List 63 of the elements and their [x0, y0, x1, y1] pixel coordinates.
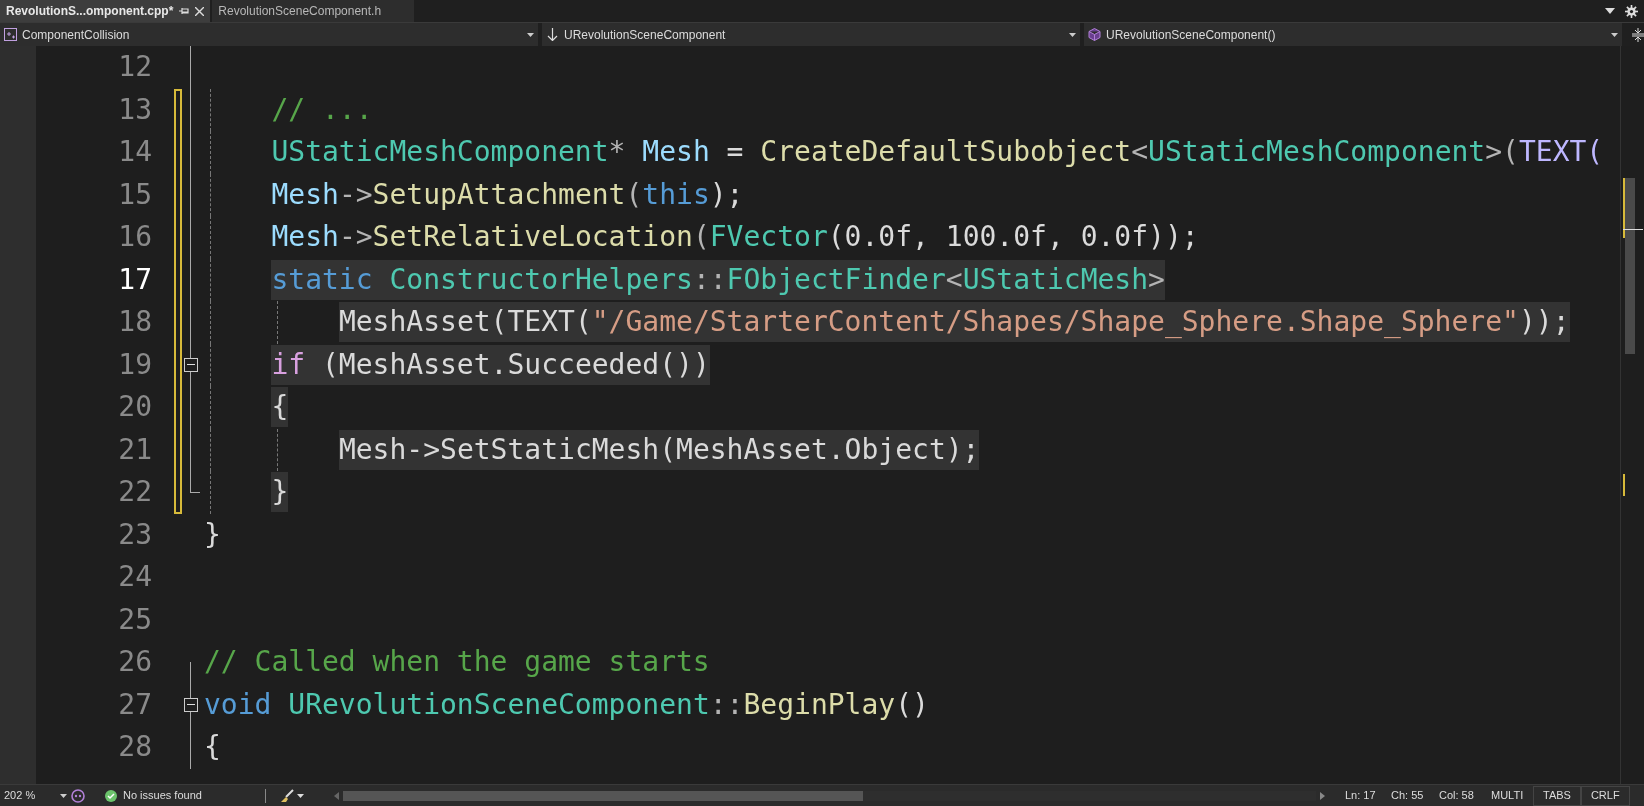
line-ending[interactable]: CRLF	[1580, 785, 1630, 806]
line-number: 16	[117, 219, 152, 256]
code-line: UStaticMeshComponent* Mesh = CreateDefaultSubobject<UStaticMeshComponent>(TEXT(	[271, 134, 1604, 171]
char-position[interactable]: Ch: 55	[1391, 787, 1439, 804]
brush-icon[interactable]	[280, 788, 294, 803]
code-line: void URevolutionSceneComponent::BeginPlay()	[204, 686, 929, 723]
settings-icon[interactable]	[1625, 4, 1638, 18]
scroll-left-icon[interactable]	[334, 791, 339, 800]
code-line: // ...	[271, 91, 373, 128]
code-line: {	[204, 729, 221, 766]
line-number: 27	[117, 686, 152, 723]
navigation-dropdown[interactable]: URevolutionSceneComponent	[542, 23, 1080, 46]
line-number: 26	[117, 644, 152, 681]
project-icon	[4, 28, 17, 41]
file-tab[interactable]: RevolutionS...omponent.cpp*	[0, 0, 211, 22]
line-number: 20	[117, 389, 152, 426]
vertical-scrollbar[interactable]	[1620, 46, 1644, 784]
line-number: 22	[117, 474, 152, 511]
line-number: 18	[117, 304, 152, 341]
line-number: 15	[117, 176, 152, 213]
line-number: 25	[117, 601, 152, 638]
code-line: // Called when the game starts	[204, 644, 710, 681]
navigation-dropdown[interactable]: ComponentCollision	[0, 23, 538, 46]
collapse-toggle[interactable]	[184, 357, 198, 372]
column-position[interactable]: Col: 58	[1439, 787, 1491, 804]
code-line: }	[204, 516, 221, 553]
collapse-toggle[interactable]	[184, 697, 198, 712]
tab-label: RevolutionSceneComponent.h	[218, 3, 382, 20]
down-arrow-icon	[546, 28, 559, 41]
indent-mode[interactable]: TABS	[1533, 785, 1581, 806]
zoom-caret-icon[interactable]	[60, 793, 67, 798]
line-position[interactable]: Ln: 17	[1345, 787, 1391, 804]
dropdown-label: URevolutionSceneComponent	[564, 26, 727, 44]
pin-icon[interactable]	[179, 7, 190, 15]
line-number: 19	[117, 346, 152, 383]
dropdown-label: URevolutionSceneComponent()	[1106, 26, 1277, 44]
line-number: 13	[117, 91, 152, 128]
line-number: 28	[117, 729, 152, 766]
line-number: 24	[117, 559, 152, 596]
caret-icon	[1069, 32, 1076, 37]
line-number: 17	[117, 261, 152, 298]
navigation-dropdown[interactable]: URevolutionSceneComponent()	[1084, 23, 1622, 46]
zoom-dropdown[interactable]: 202 %	[0, 787, 60, 804]
code-line: Mesh->SetupAttachment(this);	[271, 176, 744, 213]
line-number: 23	[117, 516, 152, 553]
line-number: 14	[117, 134, 152, 171]
caret-icon	[527, 32, 534, 37]
cube-icon	[1088, 28, 1101, 41]
caret-icon	[1611, 32, 1618, 37]
close-icon[interactable]	[195, 6, 205, 16]
line-number: 12	[117, 49, 152, 86]
tab-label: RevolutionS...omponent.cpp*	[6, 3, 174, 20]
caret-icon[interactable]	[297, 793, 304, 798]
split-icon[interactable]	[1632, 27, 1644, 42]
file-tab[interactable]: RevolutionSceneComponent.h	[212, 0, 415, 22]
scroll-right-icon[interactable]	[1320, 791, 1325, 800]
issues-status[interactable]: No issues found	[123, 787, 263, 804]
line-number: 21	[117, 431, 152, 468]
dropdown-label: ComponentCollision	[22, 26, 131, 44]
code-line: Mesh->SetRelativeLocation(FVector(0.0f, 100.0f, 0.0f));	[271, 219, 1199, 256]
dropdown-caret-icon[interactable]	[1605, 8, 1615, 14]
check-circle-icon	[105, 789, 117, 802]
selection-mode[interactable]: MULTI	[1491, 787, 1533, 804]
